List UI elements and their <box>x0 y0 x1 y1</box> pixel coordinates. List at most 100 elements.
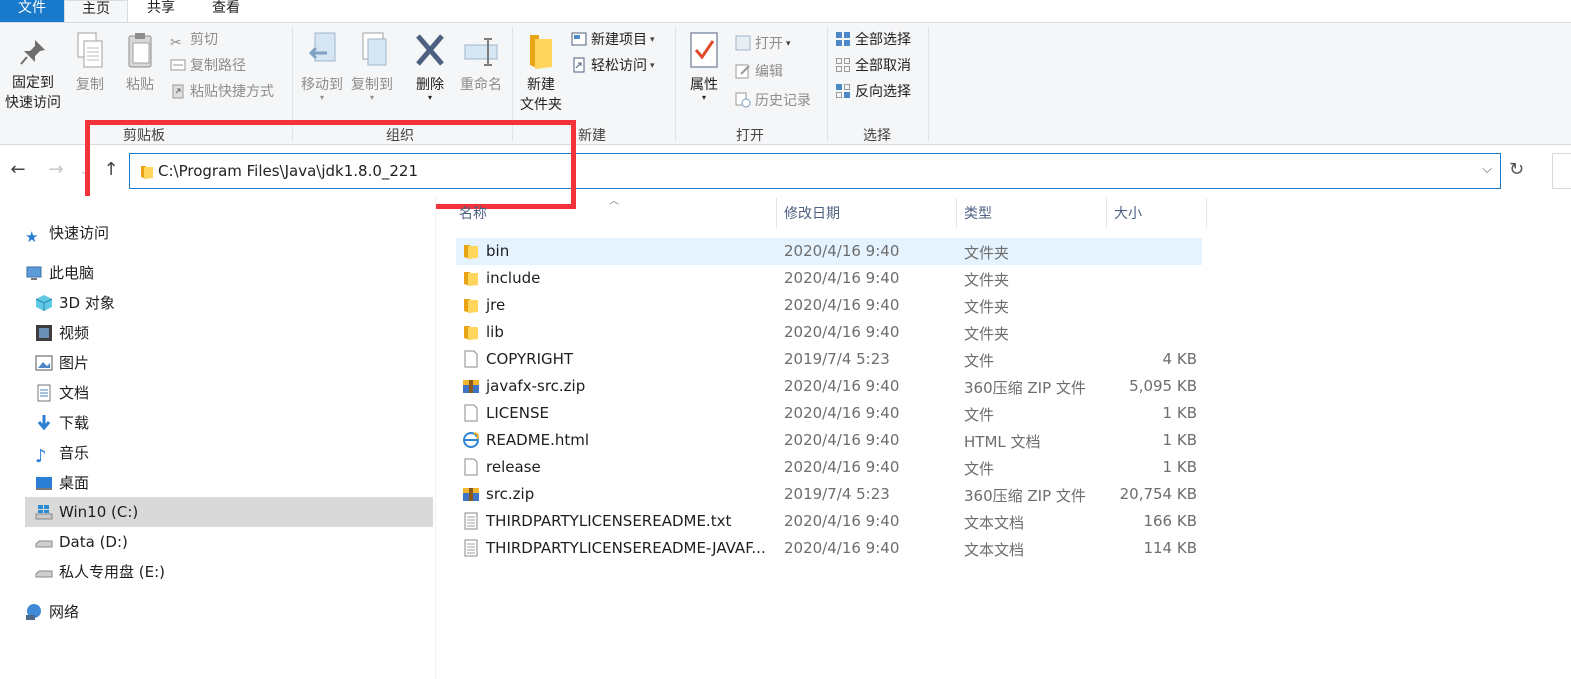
paste-button[interactable]: 粘贴 <box>118 31 162 95</box>
nav-item-3d-objects[interactable]: 3D 对象 <box>35 288 115 318</box>
nav-item-pictures[interactable]: 图片 <box>35 348 89 378</box>
file-type: 360压缩 ZIP 文件 <box>964 487 1086 505</box>
nav-item-documents[interactable]: 文档 <box>35 378 89 408</box>
nav-item-network[interactable]: 网络 <box>25 597 79 627</box>
nav-label: 桌面 <box>59 474 90 492</box>
group-separator <box>675 27 676 141</box>
column-separator[interactable] <box>1206 198 1207 228</box>
nav-item-desktop[interactable]: 桌面 <box>35 468 89 498</box>
file-row[interactable]: THIRDPARTYLICENSEREADME.txt 2020/4/16 9:4… <box>456 508 1202 535</box>
file-size: 20,754 KB <box>1119 485 1197 503</box>
folder-row[interactable]: lib 2020/4/16 9:40 文件夹 <box>456 319 1202 346</box>
nav-label: Data (D:) <box>59 533 128 551</box>
nav-item-music[interactable]: ♪ 音乐 <box>35 438 89 468</box>
nav-item-drive-d[interactable]: Data (D:) <box>35 527 128 557</box>
file-icon <box>462 404 480 422</box>
copy-to-button[interactable]: 复制到 ▾ <box>348 31 396 102</box>
folder-icon <box>462 296 480 314</box>
cut-button[interactable]: ✂ 剪切 <box>170 29 218 51</box>
cube-3d-icon <box>35 295 53 311</box>
file-row[interactable]: README.html 2020/4/16 9:40 HTML 文档 1 KB <box>456 427 1202 454</box>
drive-icon <box>35 570 53 578</box>
nav-label: 私人专用盘 (E:) <box>59 563 166 581</box>
column-header-size[interactable]: 大小 <box>1114 196 1204 232</box>
column-header-name[interactable]: 名称 <box>459 196 777 232</box>
folder-row[interactable]: jre 2020/4/16 9:40 文件夹 <box>456 292 1202 319</box>
tab-file[interactable]: 文件 <box>0 0 64 23</box>
file-row[interactable]: LICENSE 2020/4/16 9:40 文件 1 KB <box>456 400 1202 427</box>
address-history-chevron-icon[interactable]: ⌵ <box>1482 162 1492 177</box>
zip-icon <box>462 377 480 395</box>
nav-label: 音乐 <box>59 444 90 462</box>
select-all-button[interactable]: 全部选择 <box>835 29 911 51</box>
folder-row[interactable]: include 2020/4/16 9:40 文件夹 <box>456 265 1202 292</box>
file-size: 1 KB <box>1162 458 1197 476</box>
cut-label: 剪切 <box>190 32 218 48</box>
open-label: 打开 <box>755 36 783 52</box>
open-button[interactable]: 打开 ▾ <box>735 33 791 55</box>
refresh-icon[interactable]: ↻ <box>1509 159 1524 180</box>
file-type: 文件夹 <box>964 244 1010 262</box>
properties-caret-icon: ▾ <box>701 93 706 102</box>
music-note-icon: ♪ <box>35 446 47 467</box>
nav-item-drive-c[interactable]: Win10 (C:) <box>25 497 433 527</box>
new-item-button[interactable]: 新建项目 ▾ <box>571 29 655 51</box>
tab-home[interactable]: 主页 <box>64 0 128 24</box>
file-row[interactable]: release 2020/4/16 9:40 文件 1 KB <box>456 454 1202 481</box>
column-separator[interactable] <box>956 198 957 228</box>
back-arrow-icon[interactable]: ← <box>6 159 30 180</box>
select-all-label: 全部选择 <box>855 32 911 48</box>
computer-icon <box>26 266 42 280</box>
tab-share[interactable]: 共享 <box>128 0 194 23</box>
history-label: 历史记录 <box>755 93 811 109</box>
new-folder-icon <box>530 35 552 69</box>
easy-access-button[interactable]: 轻松访问 ▾ <box>571 55 655 77</box>
delete-button[interactable]: 删除 ▾ <box>408 31 452 102</box>
column-header-type[interactable]: 类型 <box>964 196 1104 232</box>
history-button[interactable]: 历史记录 <box>735 90 811 112</box>
new-item-label: 新建项目 <box>591 32 647 48</box>
new-folder-button[interactable]: 新建 文件夹 <box>516 31 566 115</box>
zip-icon <box>462 485 480 503</box>
file-type: HTML 文档 <box>964 433 1041 451</box>
copy-path-button[interactable]: 复制路径 <box>170 55 246 77</box>
file-row[interactable]: COPYRIGHT 2019/7/4 5:23 文件 4 KB <box>456 346 1202 373</box>
invert-selection-button[interactable]: 反向选择 <box>835 81 911 103</box>
easy-access-label: 轻松访问 <box>591 58 647 74</box>
file-row[interactable]: THIRDPARTYLICENSEREADME-JAVAF... 2020/4/1… <box>456 535 1202 562</box>
column-separator[interactable] <box>776 198 777 228</box>
file-date-modified: 2020/4/16 9:40 <box>784 269 900 287</box>
pin-to-quick-access-button[interactable]: 固定到 快速访问 <box>2 37 64 113</box>
search-box[interactable] <box>1552 153 1571 189</box>
file-type: 文本文档 <box>964 514 1025 532</box>
forward-arrow-icon[interactable]: → <box>44 159 68 180</box>
nav-item-videos[interactable]: 视频 <box>35 318 89 348</box>
file-row[interactable]: src.zip 2019/7/4 5:23 360压缩 ZIP 文件 20,754 K… <box>456 481 1202 508</box>
column-separator[interactable] <box>1106 198 1107 228</box>
select-none-button[interactable]: 全部取消 <box>835 55 911 77</box>
paste-shortcut-button[interactable]: 粘贴快捷方式 <box>170 81 274 103</box>
nav-item-this-pc[interactable]: 此电脑 <box>25 258 94 288</box>
file-date-modified: 2020/4/16 9:40 <box>784 404 900 422</box>
tab-view[interactable]: 查看 <box>194 0 258 23</box>
edit-button[interactable]: 编辑 <box>735 61 783 83</box>
file-row[interactable]: javafx-src.zip 2020/4/16 9:40 360压缩 ZIP 文件… <box>456 373 1202 400</box>
move-to-button[interactable]: 移动到 ▾ <box>298 31 346 102</box>
nav-label: 快速访问 <box>49 224 110 242</box>
file-date-modified: 2020/4/16 9:40 <box>784 431 900 449</box>
file-date-modified: 2020/4/16 9:40 <box>784 377 900 395</box>
nav-item-quick-access[interactable]: ★ 快速访问 <box>25 218 109 248</box>
folder-row[interactable]: bin 2020/4/16 9:40 文件夹 <box>456 238 1202 265</box>
copy-button[interactable]: 复制 <box>70 31 110 95</box>
nav-item-downloads[interactable]: 下载 <box>35 408 89 438</box>
history-icon <box>735 92 751 108</box>
folder-icon <box>462 323 480 341</box>
pin-icon <box>20 40 45 65</box>
properties-label: 属性 <box>690 77 718 93</box>
rename-button[interactable]: 重命名 <box>454 31 508 95</box>
nav-item-drive-e[interactable]: 私人专用盘 (E:) <box>35 557 165 587</box>
column-header-date[interactable]: 修改日期 <box>784 196 954 232</box>
properties-button[interactable]: 属性 ▾ <box>684 31 724 102</box>
file-name: release <box>486 458 541 476</box>
edit-label: 编辑 <box>755 64 783 80</box>
